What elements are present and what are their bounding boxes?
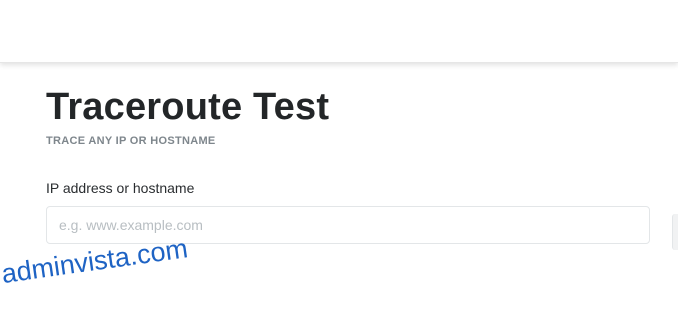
main-content: Traceroute Test TRACE ANY IP OR HOSTNAME… bbox=[46, 84, 650, 244]
page-subtitle: TRACE ANY IP OR HOSTNAME bbox=[46, 135, 216, 147]
host-input[interactable] bbox=[46, 206, 650, 244]
page-title: Traceroute Test bbox=[46, 86, 330, 128]
top-navigation-bar bbox=[0, 0, 678, 63]
host-input-label: IP address or hostname bbox=[46, 180, 195, 196]
submit-button-edge[interactable] bbox=[672, 214, 678, 250]
